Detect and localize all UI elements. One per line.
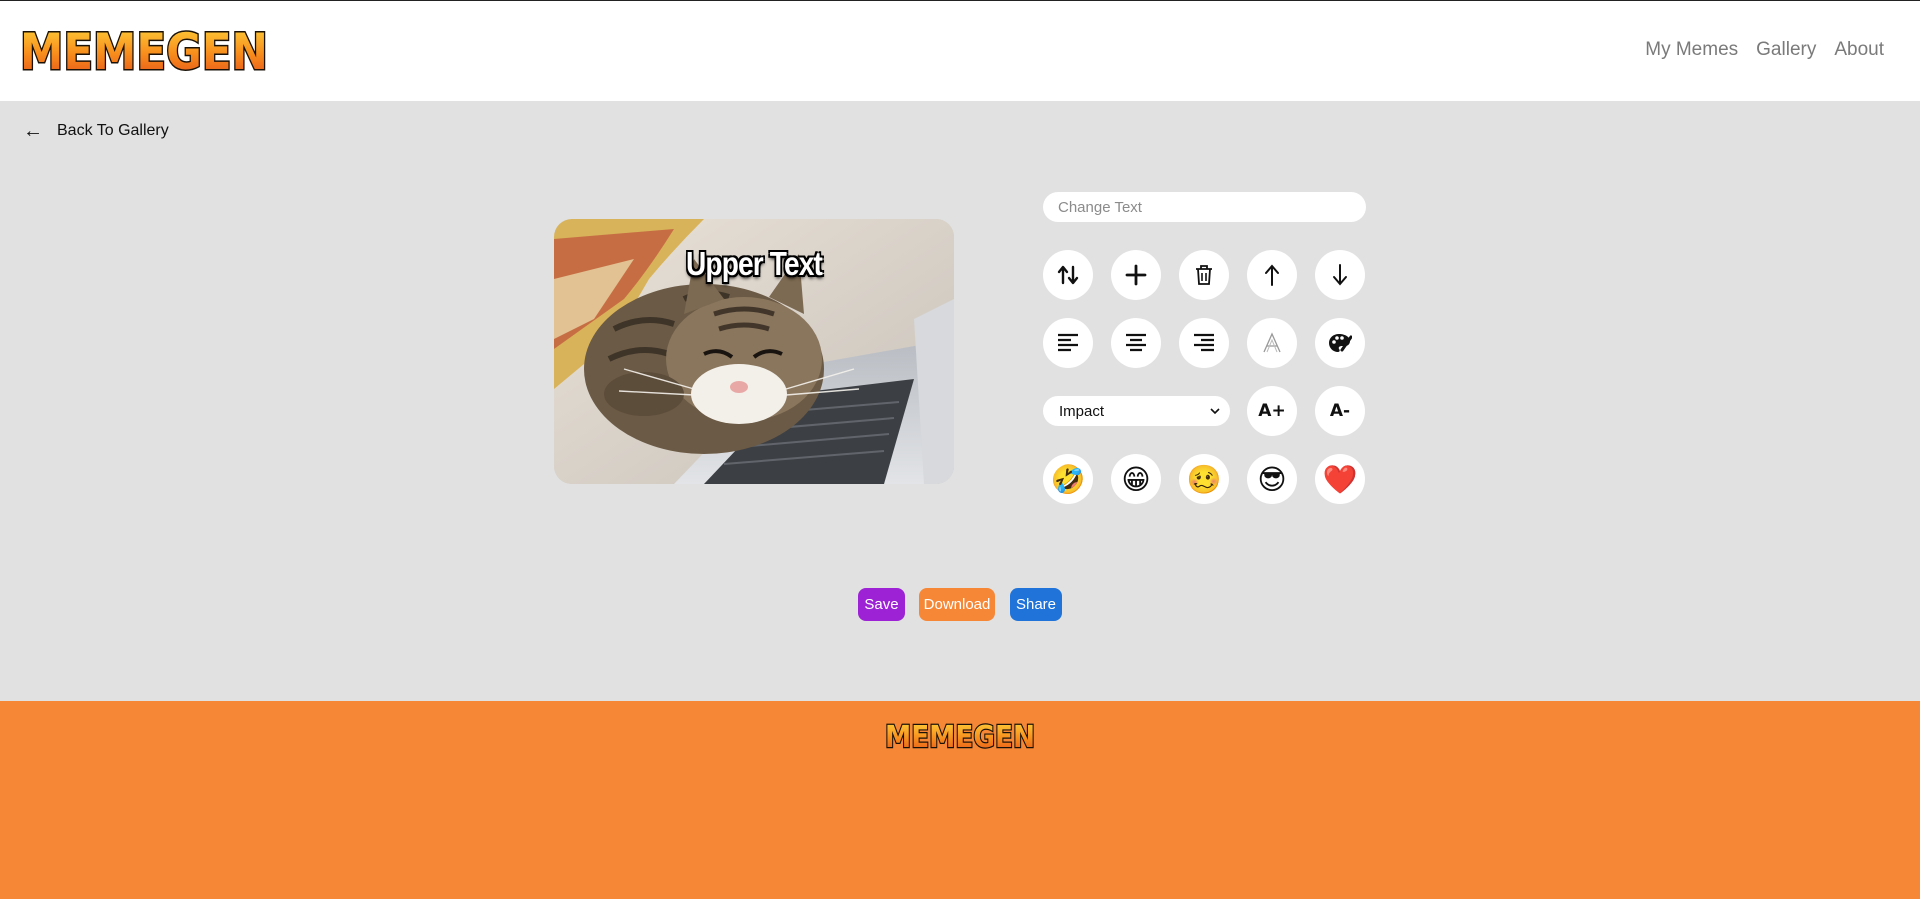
rofl-emoji-icon: 🤣: [1050, 462, 1086, 496]
nav-about[interactable]: About: [1834, 39, 1884, 61]
text-color-button[interactable]: [1315, 318, 1365, 368]
emoji-cool-button[interactable]: 😎: [1247, 454, 1297, 504]
palette-icon: [1329, 334, 1352, 352]
grin-emoji-icon: 😁: [1121, 462, 1151, 496]
footer-memegen-logo[interactable]: MEMEGEN: [884, 719, 1036, 753]
main-nav: My Memes Gallery About: [1645, 39, 1884, 61]
svg-text:MEMEGEN: MEMEGEN: [885, 720, 1035, 753]
font-family-select[interactable]: Impact: [1043, 396, 1230, 426]
arrow-up-icon: [1265, 264, 1279, 286]
memegen-logo[interactable]: MEMEGEN: [18, 25, 270, 79]
swap-vertical-icon: [1057, 265, 1079, 285]
woozy-emoji-icon: 🥴: [1186, 462, 1222, 496]
header: MEMEGEN My Memes Gallery About: [0, 0, 1920, 101]
text-stroke-button[interactable]: [1247, 318, 1297, 368]
emoji-woozy-button[interactable]: 🥴: [1179, 454, 1229, 504]
emoji-grin-button[interactable]: 😁: [1111, 454, 1161, 504]
trash-icon: [1196, 265, 1212, 285]
align-left-button[interactable]: [1043, 318, 1093, 368]
move-text-down-button[interactable]: [1315, 250, 1365, 300]
align-right-button[interactable]: [1179, 318, 1229, 368]
increase-font-size-button[interactable]: A+: [1247, 386, 1297, 436]
decrease-font-size-button[interactable]: A-: [1315, 386, 1365, 436]
align-center-button[interactable]: [1111, 318, 1161, 368]
heart-emoji-icon: ❤️: [1322, 462, 1358, 496]
nav-gallery[interactable]: Gallery: [1756, 39, 1816, 61]
emoji-rofl-button[interactable]: 🤣: [1043, 454, 1093, 504]
align-right-icon: [1194, 333, 1214, 352]
font-select-value: Impact: [1059, 402, 1105, 420]
share-button[interactable]: Share: [1010, 588, 1062, 621]
back-to-gallery-link[interactable]: ← Back To Gallery: [23, 121, 169, 141]
svg-text:MEMEGEN: MEMEGEN: [20, 25, 268, 79]
font-size-up-label: A+: [1258, 401, 1286, 421]
move-text-up-button[interactable]: [1247, 250, 1297, 300]
plus-icon: [1125, 264, 1147, 286]
arrow-down-icon: [1333, 264, 1347, 286]
align-left-icon: [1058, 333, 1078, 352]
align-center-icon: [1126, 333, 1146, 352]
change-text-input[interactable]: [1043, 192, 1366, 222]
chevron-down-icon: [1210, 408, 1220, 415]
meme-canvas[interactable]: Upper Text: [554, 219, 954, 484]
sunglasses-emoji-icon: 😎: [1257, 462, 1287, 496]
back-link-label: Back To Gallery: [57, 122, 169, 139]
switch-line-button[interactable]: [1043, 250, 1093, 300]
arrow-left-icon: ←: [23, 120, 43, 142]
save-button[interactable]: Save: [858, 588, 905, 621]
emoji-heart-button[interactable]: ❤️: [1315, 454, 1365, 504]
nav-my-memes[interactable]: My Memes: [1645, 39, 1738, 61]
add-line-button[interactable]: [1111, 250, 1161, 300]
footer: MEMEGEN: [0, 701, 1920, 899]
delete-line-button[interactable]: [1179, 250, 1229, 300]
outline-letter-a-icon: [1263, 332, 1281, 353]
font-size-down-label: A-: [1329, 401, 1351, 421]
meme-upper-text[interactable]: Upper Text: [584, 245, 924, 283]
download-button[interactable]: Download: [919, 588, 995, 621]
